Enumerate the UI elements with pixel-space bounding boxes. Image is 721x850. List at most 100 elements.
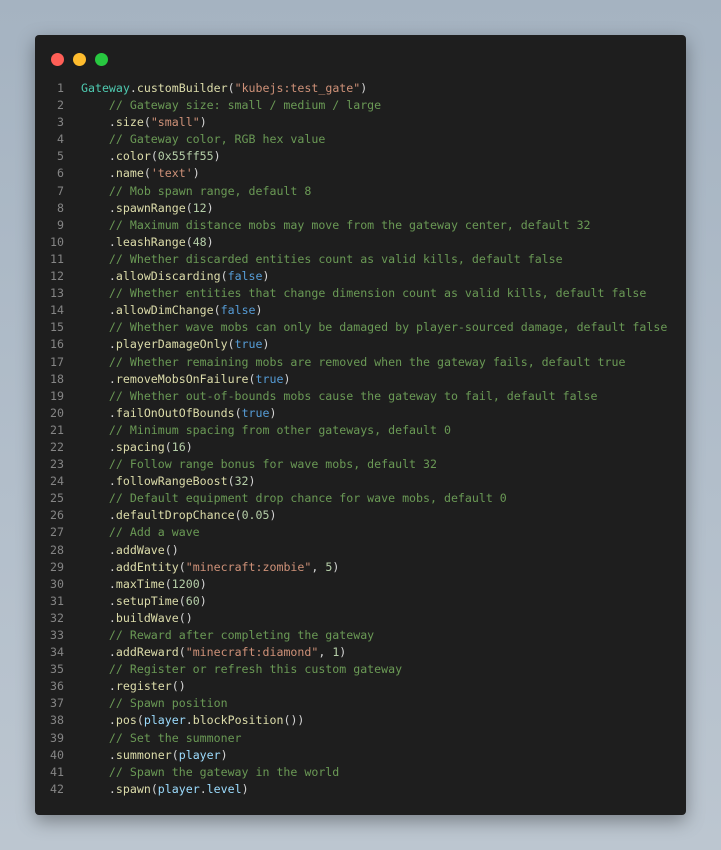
code-token: ) (199, 115, 207, 130)
code-line: 12 .allowDiscarding(false) (35, 268, 686, 285)
code-token: ( (248, 371, 256, 386)
code-text: // Register or refresh this custom gatew… (81, 661, 402, 678)
code-text: // Whether remaining mobs are removed wh… (81, 354, 626, 371)
code-text: // Gateway size: small / medium / large (81, 97, 381, 114)
code-token: . (81, 149, 116, 164)
line-number: 31 (50, 593, 64, 608)
code-line: 3 .size("small") (35, 114, 686, 131)
code-token: . (129, 81, 137, 95)
code-token: . (81, 474, 116, 489)
code-token: ( (234, 508, 242, 523)
maximize-window-icon[interactable] (95, 53, 108, 66)
code-editor: 1 Gateway.customBuilder("kubejs:test_gate… (35, 80, 686, 798)
code-token: // Whether wave mobs can only be damaged… (81, 320, 668, 335)
code-line: 35 // Register or refresh this custom ga… (35, 661, 686, 678)
code-line: 40 .summoner(player) (35, 747, 686, 764)
code-token: . (81, 303, 116, 318)
code-line: 22 .spacing(16) (35, 439, 686, 456)
code-line: 7 // Mob spawn range, default 8 (35, 183, 686, 200)
code-token: addReward (115, 645, 179, 660)
code-line: 1 Gateway.customBuilder("kubejs:test_gate… (35, 80, 686, 97)
code-token: . (199, 781, 207, 796)
code-token: 1200 (171, 576, 200, 591)
line-number: 41 (50, 764, 64, 779)
code-token: "minecraft:zombie" (185, 559, 312, 574)
code-text: // Whether wave mobs can only be damaged… (81, 319, 667, 336)
code-token: failOnOutOfBounds (115, 405, 235, 420)
line-number: 30 (50, 576, 64, 591)
line-number: 14 (50, 303, 64, 318)
code-token: 32 (234, 474, 249, 489)
code-token: // Set the summoner (81, 730, 242, 745)
line-number: 4 (57, 132, 64, 147)
code-token: player (143, 713, 186, 728)
code-token: name (115, 166, 144, 181)
code-token: ( (220, 269, 228, 284)
close-window-icon[interactable] (51, 53, 64, 66)
line-number: 38 (50, 713, 64, 728)
code-line: 39 // Set the summoner (35, 730, 686, 747)
code-token: customBuilder (136, 81, 228, 95)
code-token: ( (178, 593, 186, 608)
line-number: 33 (50, 628, 64, 642)
line-number: 23 (50, 457, 64, 472)
code-line: 2 // Gateway size: small / medium / larg… (35, 97, 686, 114)
line-number: 39 (50, 730, 64, 745)
code-token: ( (185, 234, 193, 249)
code-token: . (81, 439, 116, 454)
code-text: .setupTime(60) (81, 593, 207, 610)
code-line: 20 .failOnOutOfBounds(true) (35, 405, 686, 422)
code-token: ) (241, 781, 249, 796)
code-line: 16 .playerDamageOnly(true) (35, 336, 686, 353)
code-text: // Mob spawn range, default 8 (81, 183, 311, 200)
code-token: blockPosition (192, 713, 284, 728)
code-line: 38 .pos(player.blockPosition()) (35, 712, 686, 729)
code-token: . (81, 337, 116, 352)
code-token: . (81, 542, 116, 557)
code-text: .addEntity("minecraft:zombie", 5) (81, 559, 339, 576)
code-text: .allowDiscarding(false) (81, 268, 270, 285)
code-token: , (311, 559, 326, 574)
code-text: .color(0x55ff55) (81, 148, 221, 165)
code-text: // Gateway color, RGB hex value (81, 131, 325, 148)
code-token: ( (150, 149, 158, 164)
code-text: .maxTime(1200) (81, 576, 207, 593)
code-token: Gateway (81, 81, 130, 95)
code-token: allowDimChange (115, 303, 214, 318)
code-line: 24 .followRangeBoost(32) (35, 473, 686, 490)
code-line: 21 // Minimum spacing from other gateway… (35, 422, 686, 439)
code-token: size (115, 115, 144, 130)
code-text: // Add a wave (81, 524, 200, 541)
line-number: 32 (50, 610, 64, 625)
code-token: "small" (150, 115, 200, 130)
line-number: 25 (50, 491, 64, 506)
code-line: 23 // Follow range bonus for wave mobs, … (35, 456, 686, 473)
code-text: .register() (81, 678, 186, 695)
code-line: 32 .buildWave() (35, 610, 686, 627)
code-token: summoner (115, 747, 172, 762)
code-line: 41 // Spawn the gateway in the world (35, 764, 686, 781)
line-number: 2 (57, 98, 64, 113)
code-text: // Minimum spacing from other gateways, … (81, 422, 451, 439)
code-text: .pos(player.blockPosition()) (81, 712, 305, 729)
code-line: 25 // Default equipment drop chance for … (35, 490, 686, 507)
code-token: ) (255, 303, 263, 318)
code-line: 14 .allowDimChange(false) (35, 302, 686, 319)
minimize-window-icon[interactable] (73, 53, 86, 66)
line-number: 7 (57, 183, 64, 198)
code-token: // Add a wave (81, 525, 200, 540)
code-text: // Spawn position (81, 695, 228, 712)
code-text: .playerDamageOnly(true) (81, 336, 270, 353)
code-text: .addWave() (81, 542, 179, 559)
code-token: spawnRange (115, 200, 186, 215)
code-token: . (81, 508, 116, 523)
code-token: true (255, 371, 284, 386)
code-token: spacing (115, 439, 165, 454)
line-number: 35 (50, 662, 64, 677)
code-token: setupTime (115, 593, 179, 608)
code-token: // Whether out-of-bounds mobs cause the … (81, 388, 598, 403)
line-number: 13 (50, 286, 64, 301)
code-line: 19 // Whether out-of-bounds mobs cause t… (35, 388, 686, 405)
code-line: 5 .color(0x55ff55) (35, 148, 686, 165)
line-number: 12 (50, 269, 64, 284)
